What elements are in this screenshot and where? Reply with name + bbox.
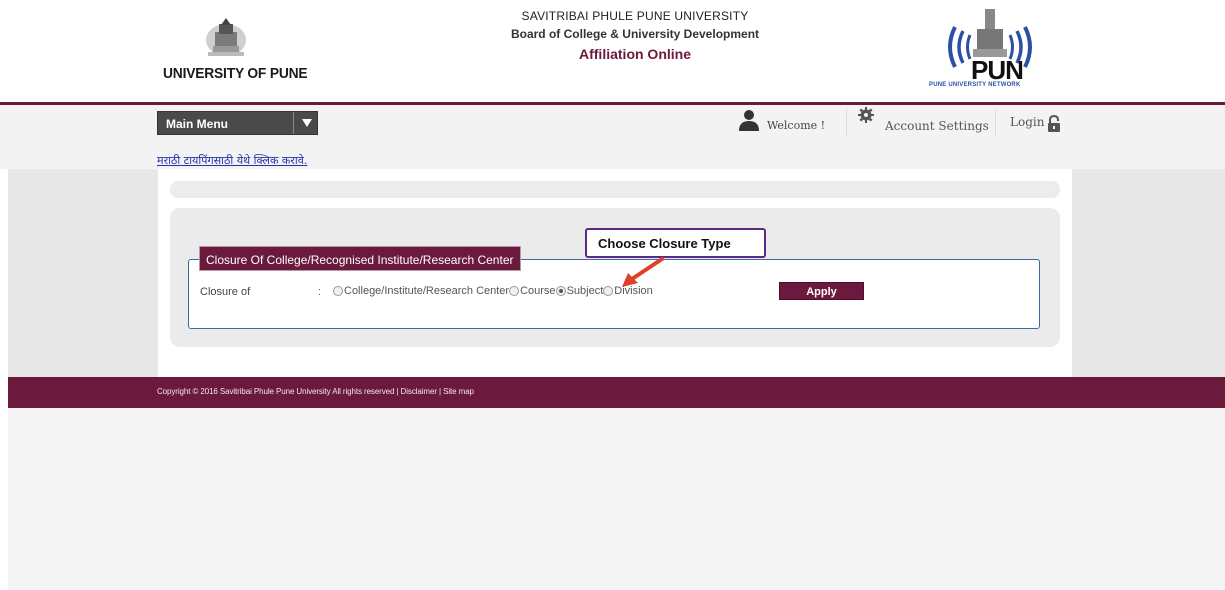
radio-label: College/Institute/Research Center bbox=[344, 285, 510, 297]
pune-university-network-logo: PUN PUNE UNIVERSITY NETWORK bbox=[925, 5, 1055, 95]
university-name: SAVITRIBAI PHULE PUNE UNIVERSITY bbox=[521, 9, 749, 23]
closure-fieldset-legend: Closure Of College/Recognised Institute/… bbox=[199, 246, 521, 271]
board-name: Board of College & University Developmen… bbox=[510, 27, 760, 41]
nav-separator bbox=[846, 109, 847, 137]
welcome-label: Welcome ! bbox=[767, 119, 826, 132]
top-navigation: Main Menu मराठी टायपिंगसाठी येथे क्लिक क… bbox=[0, 105, 1225, 169]
breadcrumb-bar bbox=[170, 181, 1060, 198]
closure-of-label: Closure of bbox=[200, 286, 251, 298]
annotation-arrow-icon bbox=[622, 257, 664, 287]
account-settings-label: Account Settings bbox=[885, 119, 989, 133]
closure-type-radio-group: College/Institute/Research Center Course… bbox=[333, 285, 653, 299]
radio-button[interactable] bbox=[603, 286, 614, 296]
page-footer: Copyright © 2016 Savitribai Phule Pune U… bbox=[8, 377, 1225, 408]
login-label: Login bbox=[1010, 115, 1045, 129]
pun-caption: PUNE UNIVERSITY NETWORK bbox=[929, 82, 1021, 88]
gear-icon bbox=[858, 107, 874, 123]
chevron-down-icon[interactable] bbox=[300, 116, 314, 130]
bottom-background bbox=[8, 408, 1225, 590]
radio-option-subject[interactable]: Subject bbox=[555, 285, 604, 297]
radio-button-selected[interactable] bbox=[555, 286, 566, 296]
lock-icon bbox=[1048, 115, 1060, 132]
site-title-block: SAVITRIBAI PHULE PUNE UNIVERSITY Board o… bbox=[470, 9, 800, 62]
radio-option-college[interactable]: College/Institute/Research Center bbox=[333, 285, 509, 297]
apply-button[interactable]: Apply bbox=[779, 282, 864, 300]
university-of-pune-logo: UNIVERSITY OF PUNE bbox=[163, 18, 313, 88]
marathi-typing-link[interactable]: मराठी टायपिंगसाठी येथे क्लिक करावे. bbox=[157, 153, 307, 168]
main-menu-dropdown[interactable]: Main Menu bbox=[157, 111, 318, 135]
user-icon bbox=[739, 110, 759, 131]
closure-colon: : bbox=[318, 286, 322, 298]
radio-button[interactable] bbox=[333, 286, 343, 296]
annotation-callout: Choose Closure Type bbox=[585, 228, 766, 258]
nav-separator bbox=[995, 109, 996, 137]
university-emblem-icon bbox=[206, 18, 246, 56]
app-name: Affiliation Online bbox=[579, 46, 691, 62]
radio-button[interactable] bbox=[509, 286, 520, 296]
page-header: UNIVERSITY OF PUNE SAVITRIBAI PHULE PUNE… bbox=[0, 0, 1225, 103]
main-menu-divider bbox=[293, 112, 294, 134]
radio-option-course[interactable]: Course bbox=[509, 285, 556, 297]
left-logo-text: UNIVERSITY OF PUNE bbox=[163, 65, 308, 82]
main-menu-label: Main Menu bbox=[166, 117, 228, 131]
footer-copyright: Copyright © 2016 Savitribai Phule Pune U… bbox=[157, 387, 474, 396]
radio-label: Course bbox=[520, 285, 556, 297]
radio-label: Subject bbox=[566, 285, 604, 297]
